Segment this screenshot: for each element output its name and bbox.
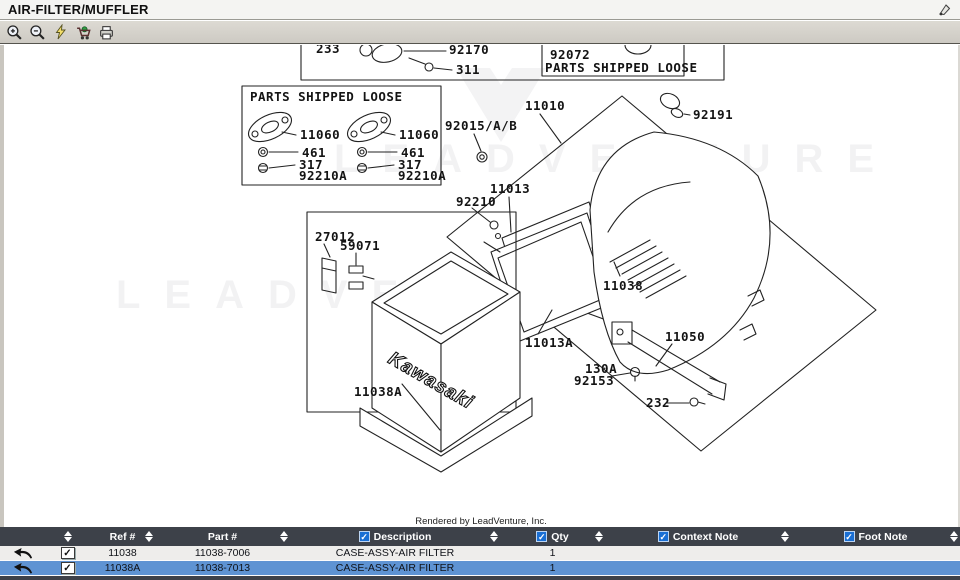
parts-table: Ref # Part # Description Qty Context Not… [0, 527, 960, 580]
sort-icon[interactable] [595, 531, 603, 542]
ref-cell: 11038A [90, 561, 155, 575]
qty-cell: 1 [500, 546, 605, 560]
column-label: Ref # [110, 531, 136, 543]
part-callout[interactable]: 311 [456, 62, 480, 77]
foot-note-cell [791, 546, 960, 560]
foot-note-cell [791, 561, 960, 575]
column-label: Context Note [673, 531, 738, 543]
part-callout[interactable]: 92015/A/B [445, 118, 517, 133]
part-callout[interactable]: 11060 [300, 127, 340, 142]
part-callout[interactable]: 92210A [398, 168, 446, 183]
sort-icon[interactable] [280, 531, 288, 542]
rendered-by-note: Rendered by LeadVenture, Inc. [4, 516, 958, 527]
print-button[interactable] [96, 22, 116, 42]
sort-icon[interactable] [950, 531, 958, 542]
column-checkbox[interactable] [844, 531, 855, 542]
context-note-cell [605, 546, 791, 560]
row-return-button[interactable] [0, 561, 45, 575]
part-callout[interactable]: 11038 [603, 278, 643, 293]
column-checkbox[interactable] [359, 531, 370, 542]
parts-catalog-window: AIR-FILTER/MUFFLER [0, 0, 960, 580]
page-title: AIR-FILTER/MUFFLER [0, 2, 149, 17]
description-cell: CASE-ASSY-AIR FILTER [290, 561, 500, 575]
diagram-toolbar [0, 20, 960, 44]
description-cell: CASE-ASSY-AIR FILTER [290, 546, 500, 560]
qty-cell: 1 [500, 561, 605, 575]
part-callout[interactable]: 233 [316, 45, 340, 56]
part-callout[interactable]: 92191 [693, 107, 733, 122]
zoom-in-icon [6, 24, 23, 41]
table-row[interactable]: 11038 11038-7006 CASE-ASSY-AIR FILTER 1 [0, 546, 960, 561]
part-callout[interactable]: 92210A [299, 168, 347, 183]
column-checkbox[interactable] [658, 531, 669, 542]
ref-cell: 11038 [90, 546, 155, 560]
column-header-context-note[interactable]: Context Note [605, 527, 791, 546]
table-row[interactable]: 11038A 11038-7013 CASE-ASSY-AIR FILTER 1 [0, 561, 960, 576]
part-callout[interactable]: 11060 [399, 127, 439, 142]
parts-table-header: Ref # Part # Description Qty Context Not… [0, 527, 960, 546]
annotate-icon[interactable] [936, 2, 954, 18]
part-callout[interactable]: 11038A [354, 384, 402, 399]
column-header-ref[interactable]: Ref # [90, 527, 155, 546]
row-select-checkbox[interactable] [61, 562, 75, 574]
part-callout[interactable]: 11050 [665, 329, 705, 344]
sort-icon[interactable] [781, 531, 789, 542]
lightning-icon [53, 24, 68, 40]
sort-icon[interactable] [64, 531, 72, 542]
column-header-tools [0, 527, 45, 546]
part-cell: 11038-7006 [155, 546, 290, 560]
context-note-cell [605, 561, 791, 575]
part-callout[interactable]: 232 [646, 395, 670, 410]
parts-diagram[interactable]: LEADVENTURE LEADVENTURE [4, 45, 958, 527]
column-header-select[interactable] [45, 527, 90, 546]
reply-arrow-icon [13, 547, 33, 559]
part-callout[interactable]: 59071 [340, 238, 380, 253]
part-callout[interactable]: 92153 [574, 373, 614, 388]
hotspots-button[interactable] [50, 22, 70, 42]
part-callout[interactable]: 92210 [456, 194, 496, 209]
zoom-in-button[interactable] [4, 22, 24, 42]
part-callout[interactable]: PARTS SHIPPED LOOSE [545, 60, 698, 75]
sort-icon[interactable] [145, 531, 153, 542]
column-label: Description [374, 531, 432, 543]
cart-icon [75, 24, 92, 41]
reply-arrow-icon [13, 562, 33, 574]
column-label: Qty [551, 531, 569, 543]
column-header-qty[interactable]: Qty [500, 527, 605, 546]
column-header-description[interactable]: Description [290, 527, 500, 546]
column-header-foot-note[interactable]: Foot Note [791, 527, 960, 546]
column-checkbox[interactable] [536, 531, 547, 542]
column-label: Foot Note [859, 531, 908, 543]
title-bar: AIR-FILTER/MUFFLER [0, 0, 960, 20]
column-label: Part # [208, 531, 237, 543]
row-return-button[interactable] [0, 546, 45, 560]
row-select-checkbox[interactable] [61, 547, 75, 559]
part-callout[interactable]: 11010 [525, 98, 565, 113]
printer-icon [98, 24, 115, 41]
part-callout[interactable]: PARTS SHIPPED LOOSE [250, 89, 403, 104]
sort-icon[interactable] [490, 531, 498, 542]
zoom-out-icon [29, 24, 46, 41]
table-bottom-strip [0, 576, 960, 580]
part-callout[interactable]: 92170 [449, 45, 489, 57]
part-cell: 11038-7013 [155, 561, 290, 575]
zoom-out-button[interactable] [27, 22, 47, 42]
part-callout[interactable]: 11013A [525, 335, 573, 350]
add-to-cart-button[interactable] [73, 22, 93, 42]
column-header-part[interactable]: Part # [155, 527, 290, 546]
diagram-stage: LEADVENTURE LEADVENTURE [0, 45, 960, 527]
